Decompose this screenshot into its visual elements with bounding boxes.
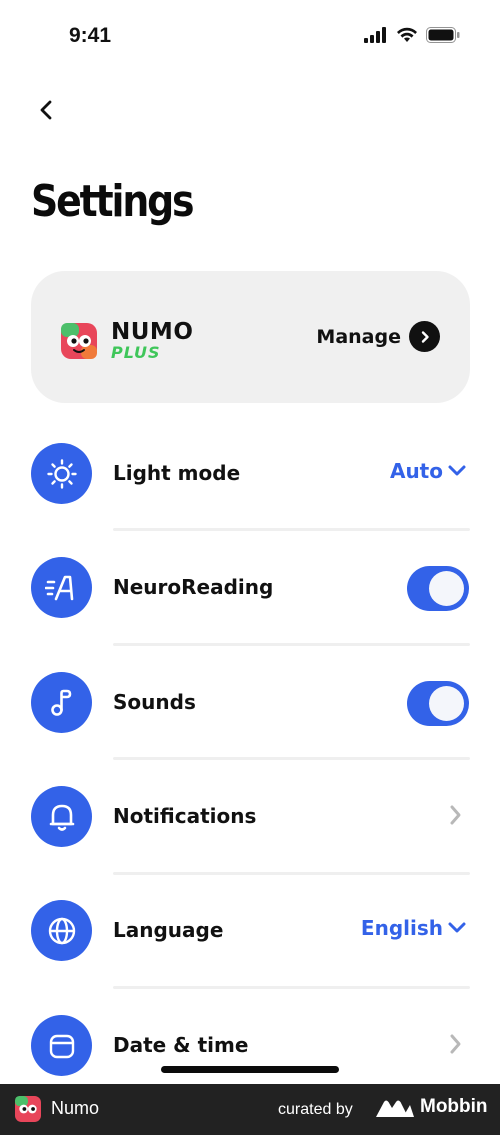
music-note-icon — [31, 672, 92, 733]
divider — [113, 643, 470, 646]
home-indicator — [161, 1066, 339, 1073]
plus-brand-name: NUMO — [111, 319, 194, 345]
setting-label-sounds: Sounds — [113, 690, 196, 714]
calendar-icon — [31, 1015, 92, 1076]
setting-row-sounds[interactable]: Sounds — [0, 672, 500, 734]
divider — [113, 528, 470, 531]
neuroreading-toggle[interactable] — [407, 566, 469, 611]
setting-row-notifications[interactable]: Notifications — [0, 786, 500, 848]
footer-brand: Mobbin — [420, 1096, 488, 1117]
light-mode-value: Auto — [389, 459, 443, 483]
signal-icon — [364, 27, 386, 43]
back-button[interactable] — [28, 92, 64, 128]
sounds-toggle[interactable] — [407, 681, 469, 726]
setting-label-date-time: Date & time — [113, 1033, 249, 1057]
chevron-left-icon — [40, 100, 52, 120]
setting-row-light-mode[interactable]: Light mode Auto — [0, 443, 500, 505]
mobbin-logo-icon — [376, 1100, 414, 1117]
footer-app-name: Numo — [51, 1098, 100, 1118]
chevron-down-icon — [448, 922, 466, 933]
plus-brand: NUMO PLUS — [111, 319, 194, 362]
neuro-reading-icon — [31, 557, 92, 618]
setting-label-neuroreading: NeuroReading — [113, 575, 274, 599]
status-icons — [364, 27, 460, 43]
toggle-knob — [429, 686, 464, 721]
numo-app-icon — [15, 1096, 41, 1122]
setting-row-neuroreading[interactable]: NeuroReading — [0, 557, 500, 619]
plus-subscription-card[interactable]: NUMO PLUS Manage — [31, 271, 470, 403]
footer-bar: Numo curated by Mobbin — [0, 1084, 500, 1135]
divider — [113, 986, 470, 989]
setting-row-language[interactable]: Language English — [0, 900, 500, 962]
status-time: 9:41 — [69, 24, 112, 47]
chevron-right-icon[interactable] — [448, 1033, 462, 1059]
light-mode-dropdown[interactable]: Auto — [390, 459, 467, 483]
setting-label-light-mode: Light mode — [113, 461, 241, 485]
language-value: English — [360, 916, 443, 940]
chevron-right-icon[interactable] — [448, 804, 462, 830]
footer-curated-by: curated by — [278, 1101, 353, 1118]
manage-label: Manage — [316, 325, 401, 348]
setting-label-language: Language — [113, 918, 224, 942]
divider — [113, 872, 470, 875]
language-dropdown[interactable]: English — [361, 916, 467, 940]
page-title: Settings — [31, 176, 195, 227]
globe-icon — [31, 900, 92, 961]
bell-icon — [31, 786, 92, 847]
wifi-icon — [397, 27, 417, 42]
toggle-knob — [429, 571, 464, 606]
manage-button[interactable]: Manage — [316, 321, 440, 352]
numo-app-icon — [61, 323, 97, 359]
status-bar: 9:41 — [0, 0, 500, 74]
battery-icon — [426, 27, 460, 43]
arrow-right-circle-icon — [409, 321, 440, 352]
divider — [113, 757, 470, 760]
plus-brand-tier: PLUS — [111, 343, 161, 362]
setting-label-notifications: Notifications — [113, 804, 257, 828]
sun-icon — [31, 443, 92, 504]
chevron-down-icon — [448, 465, 466, 476]
